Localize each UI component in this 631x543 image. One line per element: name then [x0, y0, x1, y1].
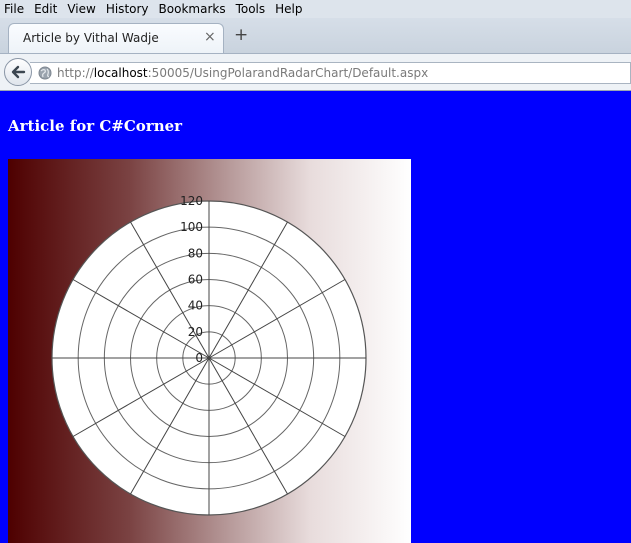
tick-label-60: 60 — [188, 273, 203, 287]
new-tab-icon[interactable]: + — [234, 27, 248, 44]
menu-history[interactable]: History — [100, 1, 149, 17]
menu-bar: File Edit View History Bookmarks Tools H… — [0, 0, 631, 18]
url-text: http://localhost:50005/UsingPolarandRada… — [57, 66, 428, 80]
tick-label-40: 40 — [188, 299, 203, 313]
tick-label-80: 80 — [188, 246, 203, 260]
tick-label-0: 0 — [195, 351, 203, 365]
menu-bookmarks[interactable]: Bookmarks — [153, 1, 226, 17]
tick-label-100: 100 — [180, 220, 203, 234]
url-bar[interactable]: http://localhost:50005/UsingPolarandRada… — [30, 62, 631, 84]
url-path: :50005/UsingPolarandRadarChart/Default.a… — [147, 66, 429, 80]
tick-label-20: 20 — [188, 325, 203, 339]
tab-article[interactable]: Article by Vithal Wadje × — [8, 23, 224, 53]
menu-help[interactable]: Help — [269, 1, 302, 17]
navigation-bar: http://localhost:50005/UsingPolarandRada… — [0, 53, 631, 91]
url-host: localhost — [93, 66, 148, 80]
menu-edit[interactable]: Edit — [28, 1, 57, 17]
back-arrow-icon — [11, 65, 26, 79]
chart-area: 0 20 40 60 80 100 120 — [8, 159, 411, 543]
menu-tools[interactable]: Tools — [230, 1, 266, 17]
menu-file[interactable]: File — [0, 1, 24, 17]
tick-label-120: 120 — [180, 194, 203, 208]
url-prefix: http:// — [57, 66, 94, 80]
tab-strip: Article by Vithal Wadje × + — [0, 18, 631, 53]
tab-title: Article by Vithal Wadje — [23, 31, 159, 45]
globe-icon — [38, 66, 52, 80]
close-icon[interactable]: × — [204, 29, 216, 45]
page-heading: Article for C#Corner — [8, 117, 183, 135]
menu-view[interactable]: View — [61, 1, 95, 17]
back-button[interactable] — [4, 58, 32, 86]
polar-chart: 0 20 40 60 80 100 120 — [51, 194, 367, 516]
